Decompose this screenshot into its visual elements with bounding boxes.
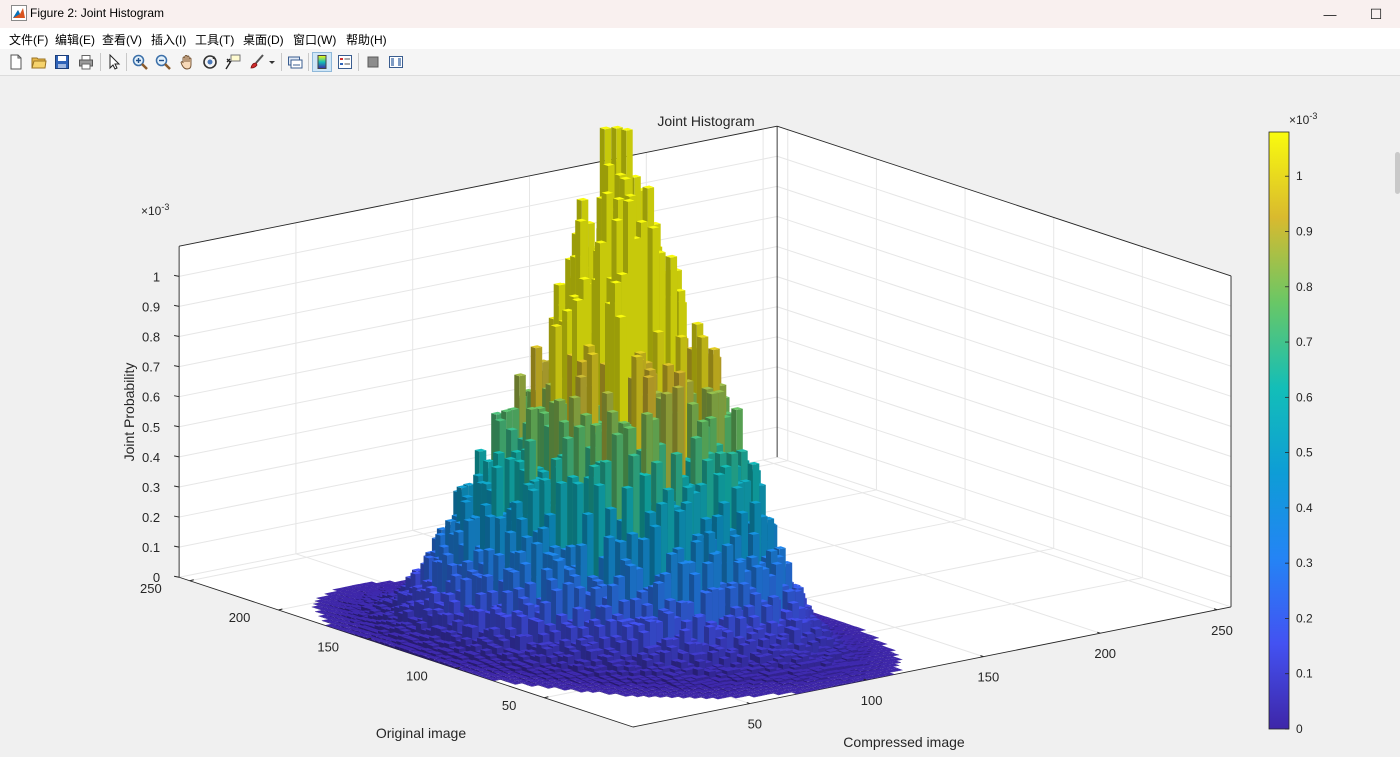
pan-icon — [180, 55, 192, 70]
rotate-3d-button[interactable] — [200, 52, 220, 72]
show-plot-tools-button[interactable] — [386, 52, 406, 72]
legend-icon — [338, 55, 352, 69]
window-title: Figure 2: Joint Histogram — [30, 6, 165, 20]
link-plot-button[interactable] — [285, 52, 305, 72]
save-icon — [55, 55, 69, 69]
pointer-icon — [109, 54, 121, 70]
show-plot-tools-icon — [389, 56, 403, 68]
pointer-button[interactable] — [104, 52, 124, 72]
minimize-icon: — — [1323, 6, 1337, 22]
zoom-in-icon — [132, 54, 148, 70]
menu-insert[interactable]: 插入(I) — [151, 31, 186, 48]
hide-plot-tools-button[interactable] — [363, 52, 383, 72]
pan-button[interactable] — [177, 52, 197, 72]
print-icon — [79, 55, 93, 70]
joint-histogram-plot[interactable]: 501001502002505010015020025000.10.20.30.… — [0, 76, 1400, 757]
new-figure-icon — [10, 54, 22, 70]
colorbar-button[interactable] — [312, 52, 332, 72]
new-figure-button[interactable] — [6, 52, 26, 72]
menu-edit[interactable]: 编辑(E) — [55, 31, 95, 48]
colorbar-icon — [317, 55, 327, 69]
hide-plot-tools-icon — [367, 56, 379, 68]
maximize-button[interactable]: ☐ — [1353, 0, 1399, 28]
minimize-button[interactable]: — — [1307, 0, 1353, 28]
zoom-in-button[interactable] — [130, 52, 150, 72]
zoom-out-button[interactable] — [153, 52, 173, 72]
figure-toolbar — [0, 49, 1400, 76]
maximize-icon: ☐ — [1369, 5, 1383, 22]
open-file-button[interactable] — [29, 52, 49, 72]
figure-canvas: 50 100 150 200 250 50 100 150 200 250 0 0.1 0.2 0.3 0.… — [0, 76, 1400, 757]
save-button[interactable] — [52, 52, 72, 72]
toolbar-separator — [281, 53, 282, 71]
menu-tools[interactable]: 工具(T) — [195, 31, 234, 48]
print-button[interactable] — [76, 52, 96, 72]
data-cursor-button[interactable] — [223, 52, 243, 72]
brush-dropdown-button[interactable] — [266, 52, 278, 72]
toolbar-separator — [100, 53, 101, 71]
toolbar-separator — [126, 53, 127, 71]
brush-button[interactable] — [247, 52, 267, 72]
toolbar-separator — [358, 53, 359, 71]
brush-icon — [250, 54, 264, 69]
data-cursor-icon — [225, 54, 241, 70]
menu-desktop[interactable]: 桌面(D) — [243, 31, 284, 48]
rotate-3d-icon — [203, 55, 217, 69]
menu-view[interactable]: 查看(V) — [102, 31, 142, 48]
menu-file[interactable]: 文件(F) — [9, 31, 48, 48]
toolbar-separator — [308, 53, 309, 71]
menu-bar: 文件(F) 编辑(E) 查看(V) 插入(I) 工具(T) 桌面(D) 窗口(W… — [0, 28, 1400, 49]
zoom-out-icon — [155, 54, 171, 70]
chevron-down-icon — [269, 61, 275, 64]
menu-help[interactable]: 帮助(H) — [346, 31, 387, 48]
open-file-icon — [31, 57, 47, 69]
link-plot-icon — [288, 56, 303, 69]
menu-window[interactable]: 窗口(W) — [293, 31, 336, 48]
legend-button[interactable] — [335, 52, 355, 72]
window-title-bar: Figure 2: Joint Histogram — ☐ — [0, 0, 1400, 28]
matlab-app-icon — [11, 5, 27, 21]
